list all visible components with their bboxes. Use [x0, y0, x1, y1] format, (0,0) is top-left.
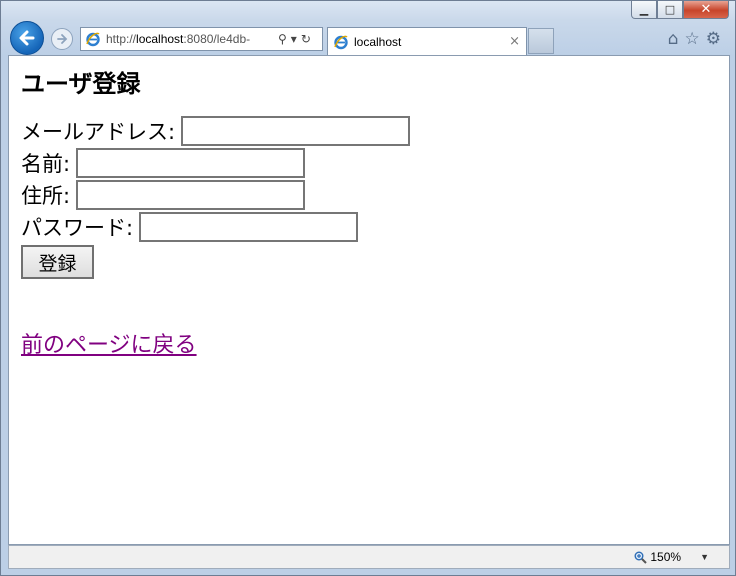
- tab-ie-icon: [334, 35, 348, 49]
- toolbar-icons: ⌂ ☆ ⚙: [668, 29, 721, 49]
- window-caption-buttons: ▁ □ ✕: [631, 1, 729, 19]
- email-label: メールアドレス:: [21, 120, 176, 144]
- status-bar: 150% ▼: [8, 545, 730, 569]
- page-content: ユーザ登録 メールアドレス: 名前: 住所: パスワード: 登録 前のページに戻…: [8, 55, 730, 545]
- password-row: パスワード:: [21, 211, 729, 243]
- address-label: 住所:: [21, 184, 71, 208]
- name-label: 名前:: [21, 152, 71, 176]
- email-field[interactable]: [181, 116, 411, 146]
- home-icon[interactable]: ⌂: [668, 29, 679, 49]
- search-icon[interactable]: ⚲: [278, 32, 287, 46]
- refresh-icon[interactable]: ↻: [301, 32, 311, 46]
- registration-form: メールアドレス: 名前: 住所: パスワード: 登録: [21, 115, 729, 279]
- tab-close-icon[interactable]: ×: [509, 34, 520, 49]
- page-title: ユーザ登録: [21, 70, 141, 98]
- favorites-icon[interactable]: ☆: [685, 29, 700, 49]
- maximize-button[interactable]: □: [657, 1, 683, 19]
- tools-gear-icon[interactable]: ⚙: [706, 29, 721, 49]
- back-to-previous-link[interactable]: 前のページに戻る: [21, 327, 197, 359]
- register-button[interactable]: 登録: [21, 245, 94, 279]
- back-arrow-icon: [19, 30, 35, 46]
- zoom-level: 150%: [650, 550, 682, 564]
- minimize-button[interactable]: ▁: [631, 1, 657, 19]
- new-tab-button[interactable]: [528, 28, 554, 54]
- close-button[interactable]: ✕: [683, 1, 729, 19]
- address-row: 住所:: [21, 179, 729, 211]
- zoom-dropdown-icon[interactable]: ▼: [700, 552, 709, 562]
- password-field[interactable]: [139, 212, 359, 242]
- password-label: パスワード:: [21, 216, 134, 240]
- forward-arrow-icon: [57, 34, 68, 44]
- back-button[interactable]: [10, 21, 44, 55]
- name-field[interactable]: [76, 148, 306, 178]
- name-row: 名前:: [21, 147, 729, 179]
- tab-localhost[interactable]: localhost ×: [327, 27, 527, 55]
- email-row: メールアドレス:: [21, 115, 729, 147]
- address-field[interactable]: [76, 180, 306, 210]
- address-dropdown-icon[interactable]: ▾: [291, 32, 297, 46]
- address-url: http://localhost:8080/le4db-: [106, 32, 251, 46]
- tab-title: localhost: [354, 34, 402, 49]
- address-bar[interactable]: http://localhost:8080/le4db- ⚲ ▾ ↻: [80, 27, 323, 51]
- forward-button[interactable]: [51, 28, 73, 50]
- zoom-magnifier-icon: [634, 551, 648, 564]
- zoom-control[interactable]: 150% ▼: [634, 550, 709, 564]
- browser-window: ▁ □ ✕ http://localhost:8080/le4db- ⚲ ▾ ↻: [0, 0, 736, 576]
- ie-logo-icon: [86, 32, 100, 47]
